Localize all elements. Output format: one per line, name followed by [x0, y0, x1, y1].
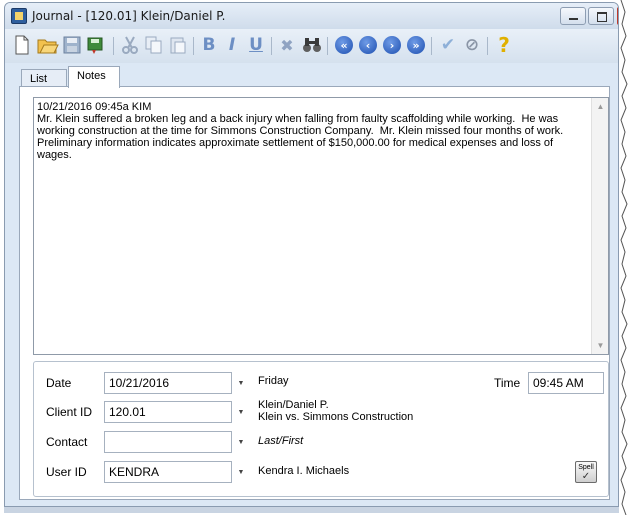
- time-label: Time: [494, 376, 521, 390]
- notes-text[interactable]: 10/21/2016 09:45a KIM Mr. Klein suffered…: [37, 101, 577, 161]
- new-document-icon[interactable]: [11, 34, 33, 56]
- time-field[interactable]: 09:45 AM: [528, 372, 604, 394]
- spell-label: Spell: [578, 464, 594, 471]
- user-id-dropdown-icon[interactable]: ▼: [234, 461, 248, 483]
- client-matter: Klein vs. Simmons Construction: [258, 411, 414, 423]
- paste-icon[interactable]: [167, 34, 189, 56]
- user-full-name: Kendra I. Michaels: [258, 465, 350, 477]
- status-bar: [4, 507, 619, 513]
- notes-editor[interactable]: 10/21/2016 09:45a KIM Mr. Klein suffered…: [33, 97, 609, 355]
- save-close-icon[interactable]: [85, 34, 107, 56]
- previous-record-icon[interactable]: ‹: [357, 34, 379, 56]
- scroll-up-icon[interactable]: ▲: [592, 98, 609, 115]
- client-name: Klein/Daniel P.: [258, 399, 329, 411]
- minimize-button[interactable]: [560, 7, 586, 25]
- journal-window: Journal - [120.01] Klein/Daniel P. B I U…: [4, 2, 619, 507]
- help-icon[interactable]: ?: [493, 33, 515, 57]
- torn-edge: [620, 0, 628, 515]
- app-icon: [11, 8, 27, 24]
- toolbar-separator: [113, 37, 114, 55]
- checkmark-icon[interactable]: ✔: [437, 34, 459, 56]
- underline-icon[interactable]: U: [245, 34, 267, 56]
- bold-icon[interactable]: B: [198, 34, 220, 56]
- toolbar: B I U ✖ « ‹ › » ✔ ⊘ ?: [5, 29, 618, 63]
- contact-field[interactable]: [104, 431, 232, 453]
- date-field[interactable]: 10/21/2016: [104, 372, 232, 394]
- toolbar-separator: [327, 37, 328, 55]
- user-id-label: User ID: [46, 465, 87, 479]
- entry-form: Date 10/21/2016 ▼ Friday Time 09:45 AM C…: [33, 361, 609, 497]
- save-icon[interactable]: [61, 34, 83, 56]
- open-folder-icon[interactable]: [37, 34, 59, 56]
- search-icon[interactable]: [301, 34, 323, 56]
- date-label: Date: [46, 376, 72, 390]
- user-id-field[interactable]: KENDRA: [104, 461, 232, 483]
- client-id-dropdown-icon[interactable]: ▼: [234, 401, 248, 423]
- window-title: Journal - [120.01] Klein/Daniel P.: [32, 9, 226, 23]
- copy-icon[interactable]: [143, 34, 165, 56]
- cancel-icon[interactable]: ⊘: [461, 34, 483, 56]
- spell-check-icon: ✓: [581, 471, 591, 482]
- delete-icon[interactable]: ✖: [276, 34, 298, 56]
- italic-icon[interactable]: I: [221, 34, 243, 56]
- cut-icon[interactable]: [119, 34, 141, 56]
- maximize-button[interactable]: [588, 7, 614, 25]
- first-record-icon[interactable]: «: [333, 34, 355, 56]
- toolbar-separator: [487, 37, 488, 55]
- client-id-field[interactable]: 120.01: [104, 401, 232, 423]
- title-bar[interactable]: Journal - [120.01] Klein/Daniel P.: [5, 3, 618, 29]
- toolbar-separator: [431, 37, 432, 55]
- date-weekday: Friday: [258, 375, 289, 387]
- date-dropdown-icon[interactable]: ▼: [234, 372, 248, 394]
- contact-label: Contact: [46, 435, 88, 449]
- toolbar-separator: [193, 37, 194, 55]
- client-id-label: Client ID: [46, 405, 93, 419]
- contact-format-hint: Last/First: [258, 435, 304, 447]
- notes-panel: 10/21/2016 09:45a KIM Mr. Klein suffered…: [19, 86, 610, 500]
- notes-scrollbar[interactable]: ▲ ▼: [591, 98, 608, 354]
- last-record-icon[interactable]: »: [405, 34, 427, 56]
- next-record-icon[interactable]: ›: [381, 34, 403, 56]
- spell-check-button[interactable]: Spell ✓: [575, 461, 597, 483]
- contact-dropdown-icon[interactable]: ▼: [234, 431, 248, 453]
- toolbar-separator: [271, 37, 272, 55]
- scroll-down-icon[interactable]: ▼: [592, 337, 609, 354]
- tab-notes[interactable]: Notes: [68, 66, 120, 88]
